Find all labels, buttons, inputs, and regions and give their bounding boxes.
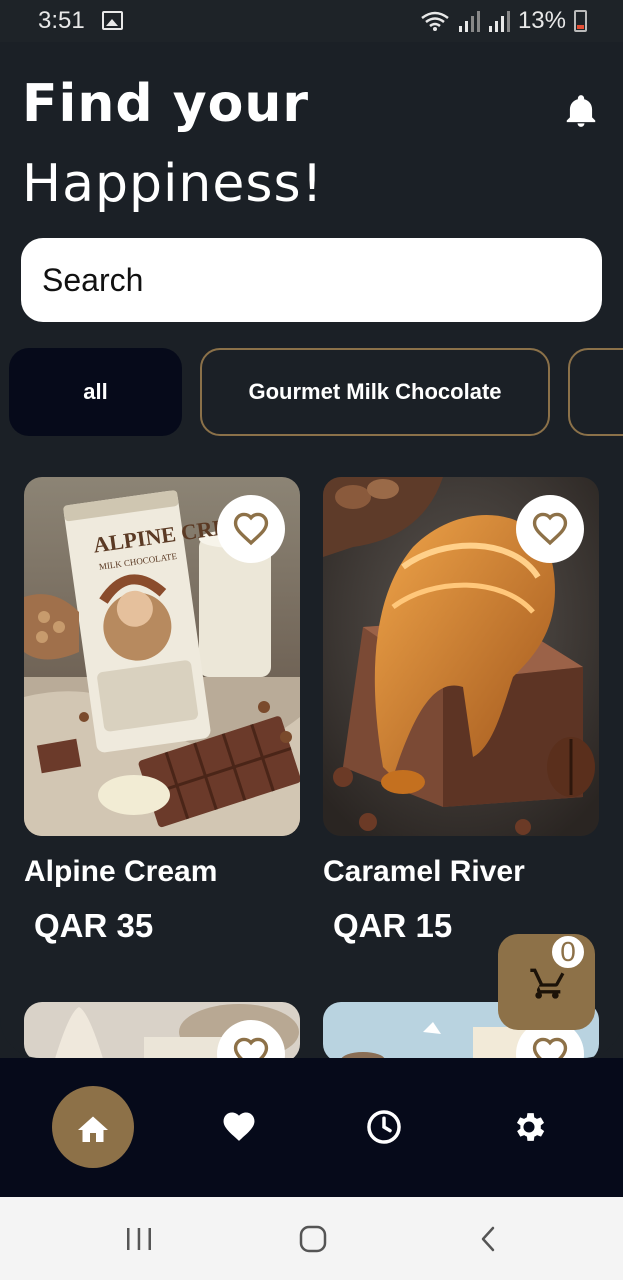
nav-favorites[interactable]: [198, 1086, 280, 1168]
category-chip-all[interactable]: all: [9, 348, 182, 436]
heart-outline-icon: [233, 512, 269, 546]
page-title-line2: Happiness!: [22, 154, 324, 214]
product-price: QAR 15: [333, 907, 453, 944]
heart-outline-icon: [233, 1037, 269, 1058]
search-input[interactable]: [21, 238, 602, 322]
status-bar: 3:51 13%: [0, 0, 623, 42]
favorite-button[interactable]: [516, 495, 584, 563]
status-time: 3:51: [38, 7, 85, 34]
product-card-alpine-cream[interactable]: ALPINE CREAM MILK CHOCOLATE Alpine Cream…: [24, 477, 300, 947]
home-circle-icon: [299, 1225, 327, 1253]
page-title-line1: Find your: [22, 74, 309, 134]
favorite-button[interactable]: [217, 495, 285, 563]
heart-outline-icon: [532, 512, 568, 546]
gallery-notification-icon: [102, 11, 123, 30]
back-icon: [481, 1226, 495, 1252]
signal-icon: [458, 11, 480, 32]
home-system-button[interactable]: [297, 1223, 329, 1255]
status-indicators: 13%: [420, 7, 587, 35]
battery-percent: 13%: [517, 7, 566, 34]
product-card-partial-1[interactable]: [24, 1002, 300, 1058]
system-navigation-bar: [0, 1197, 623, 1280]
main-content: Find your Happiness! all Gourmet Milk Ch…: [0, 42, 623, 1058]
bell-icon[interactable]: [562, 92, 600, 130]
product-price: QAR 35: [34, 907, 154, 944]
product-name: Caramel River: [323, 855, 525, 888]
recent-apps-icon: [127, 1228, 151, 1250]
category-chips: all Gourmet Milk Chocolate: [0, 348, 623, 436]
wifi-icon: [421, 11, 449, 31]
heart-icon: [223, 1112, 255, 1141]
category-chip-gourmet-milk-chocolate[interactable]: Gourmet Milk Chocolate: [200, 348, 550, 436]
back-button[interactable]: [474, 1223, 502, 1255]
nav-home[interactable]: [52, 1086, 134, 1168]
product-name: Alpine Cream: [24, 855, 218, 888]
cart-count-badge: 0: [550, 934, 586, 970]
search-bar[interactable]: [21, 238, 602, 322]
nav-settings[interactable]: [488, 1086, 570, 1168]
home-icon: [78, 1116, 108, 1142]
battery-icon: [574, 10, 587, 32]
recent-apps-button[interactable]: [124, 1223, 154, 1255]
clock-icon: [367, 1110, 401, 1144]
product-card-caramel-river[interactable]: Caramel River QAR 15: [323, 477, 599, 947]
bottom-navigation: [0, 1058, 623, 1197]
category-chip-next[interactable]: [568, 348, 623, 436]
nav-history[interactable]: [343, 1086, 425, 1168]
heart-outline-icon: [532, 1037, 568, 1058]
signal-icon-2: [488, 11, 510, 32]
gear-icon: [516, 1113, 545, 1141]
